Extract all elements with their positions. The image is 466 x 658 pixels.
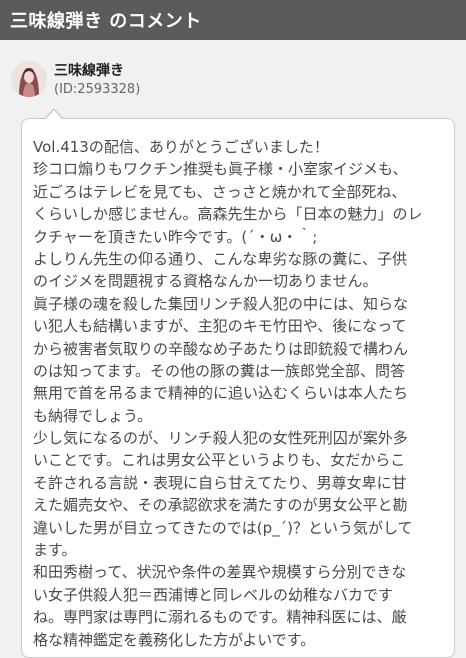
comment-line: よしりん先生の仰る通り、こんな卑劣な豚の糞に、子供 — [33, 249, 407, 268]
comment-line: 珍コロ煽りもワクチン推奨も眞子様・小室家イジメも、 — [33, 160, 408, 179]
comment-line: から被害者気取りの辛酸なめ子あたりは即銃殺で構わん — [33, 339, 409, 358]
comment-line: Vol.413の配信、ありがとうございました！ — [33, 138, 329, 156]
comment-body: Vol.413の配信、ありがとうございました！ 珍コロ煽りもワクチン推奨も眞子様… — [33, 136, 442, 651]
user-avatar-icon[interactable] — [11, 61, 47, 97]
user-id: (ID:2593328) — [54, 82, 141, 97]
comment-line: ます。 — [33, 541, 77, 560]
comment-line: ね。専門家は専門に溺れるものです。精神科医には、厳 — [33, 608, 407, 627]
comment-line: クチャーを頂きたい昨今です。(´・ω・｀; — [33, 227, 318, 246]
comment-line: 少し気になるのが、リンチ殺人犯の女性死刑囚が案外多 — [33, 429, 408, 448]
user-name[interactable]: 三味線弾き — [54, 63, 140, 79]
comment-line: 違いした男が目立ってきたのでは(p_´)？という気がして — [33, 518, 413, 537]
comment-line: い犯人も結構いますが、主犯のキモ竹田や、後になって — [33, 317, 407, 336]
page-header: 三味線弾き のコメント — [0, 0, 466, 40]
comment-bubble: Vol.413の配信、ありがとうございました！ 珍コロ煽りもワクチン推奨も眞子様… — [21, 108, 455, 658]
comment-line: くらいしか感じません。高森先生から「日本の魅力」のレ — [33, 205, 423, 224]
comment-line: のは知ってます。その他の豚の糞は一族郎党全部、問答 — [33, 361, 406, 380]
comment-line: 無用で首を吊るまで精神的に追い込むくらいは本人たち — [33, 384, 409, 403]
comment-line: も納得でしょう。 — [33, 406, 153, 425]
comment-line: のイジメを問題視する資格なんか一切ありません。 — [33, 272, 378, 291]
comment-line: い女子供殺人犯＝西浦博と同レベルの幼稚なバカです — [33, 585, 394, 604]
comment-author: 三味線弾き (ID:2593328) — [11, 61, 140, 99]
comment-line: 和田秀樹って、状況や条件の差異や規模すら分別できな — [33, 563, 407, 582]
user-meta: 三味線弾き (ID:2593328) — [54, 63, 140, 99]
comment-line: えた媚売女や、その承認欲求を満たすのが男女公平と勘 — [33, 496, 408, 515]
comment-line: そ許される言説・表現に自ら甘えてたり、男尊女卑に甘 — [33, 473, 407, 492]
comment-line: 近ごろはテレビを見ても、さっさと焼かれて全部死ね、 — [33, 182, 407, 201]
comment-line: 眞子様の魂を殺した集団リンチ殺人犯の中には、知らな — [33, 294, 409, 313]
page-title: 三味線弾き のコメント — [10, 11, 202, 32]
comment-line: いことです。これは男女公平というよりも、女だからこ — [33, 451, 406, 470]
